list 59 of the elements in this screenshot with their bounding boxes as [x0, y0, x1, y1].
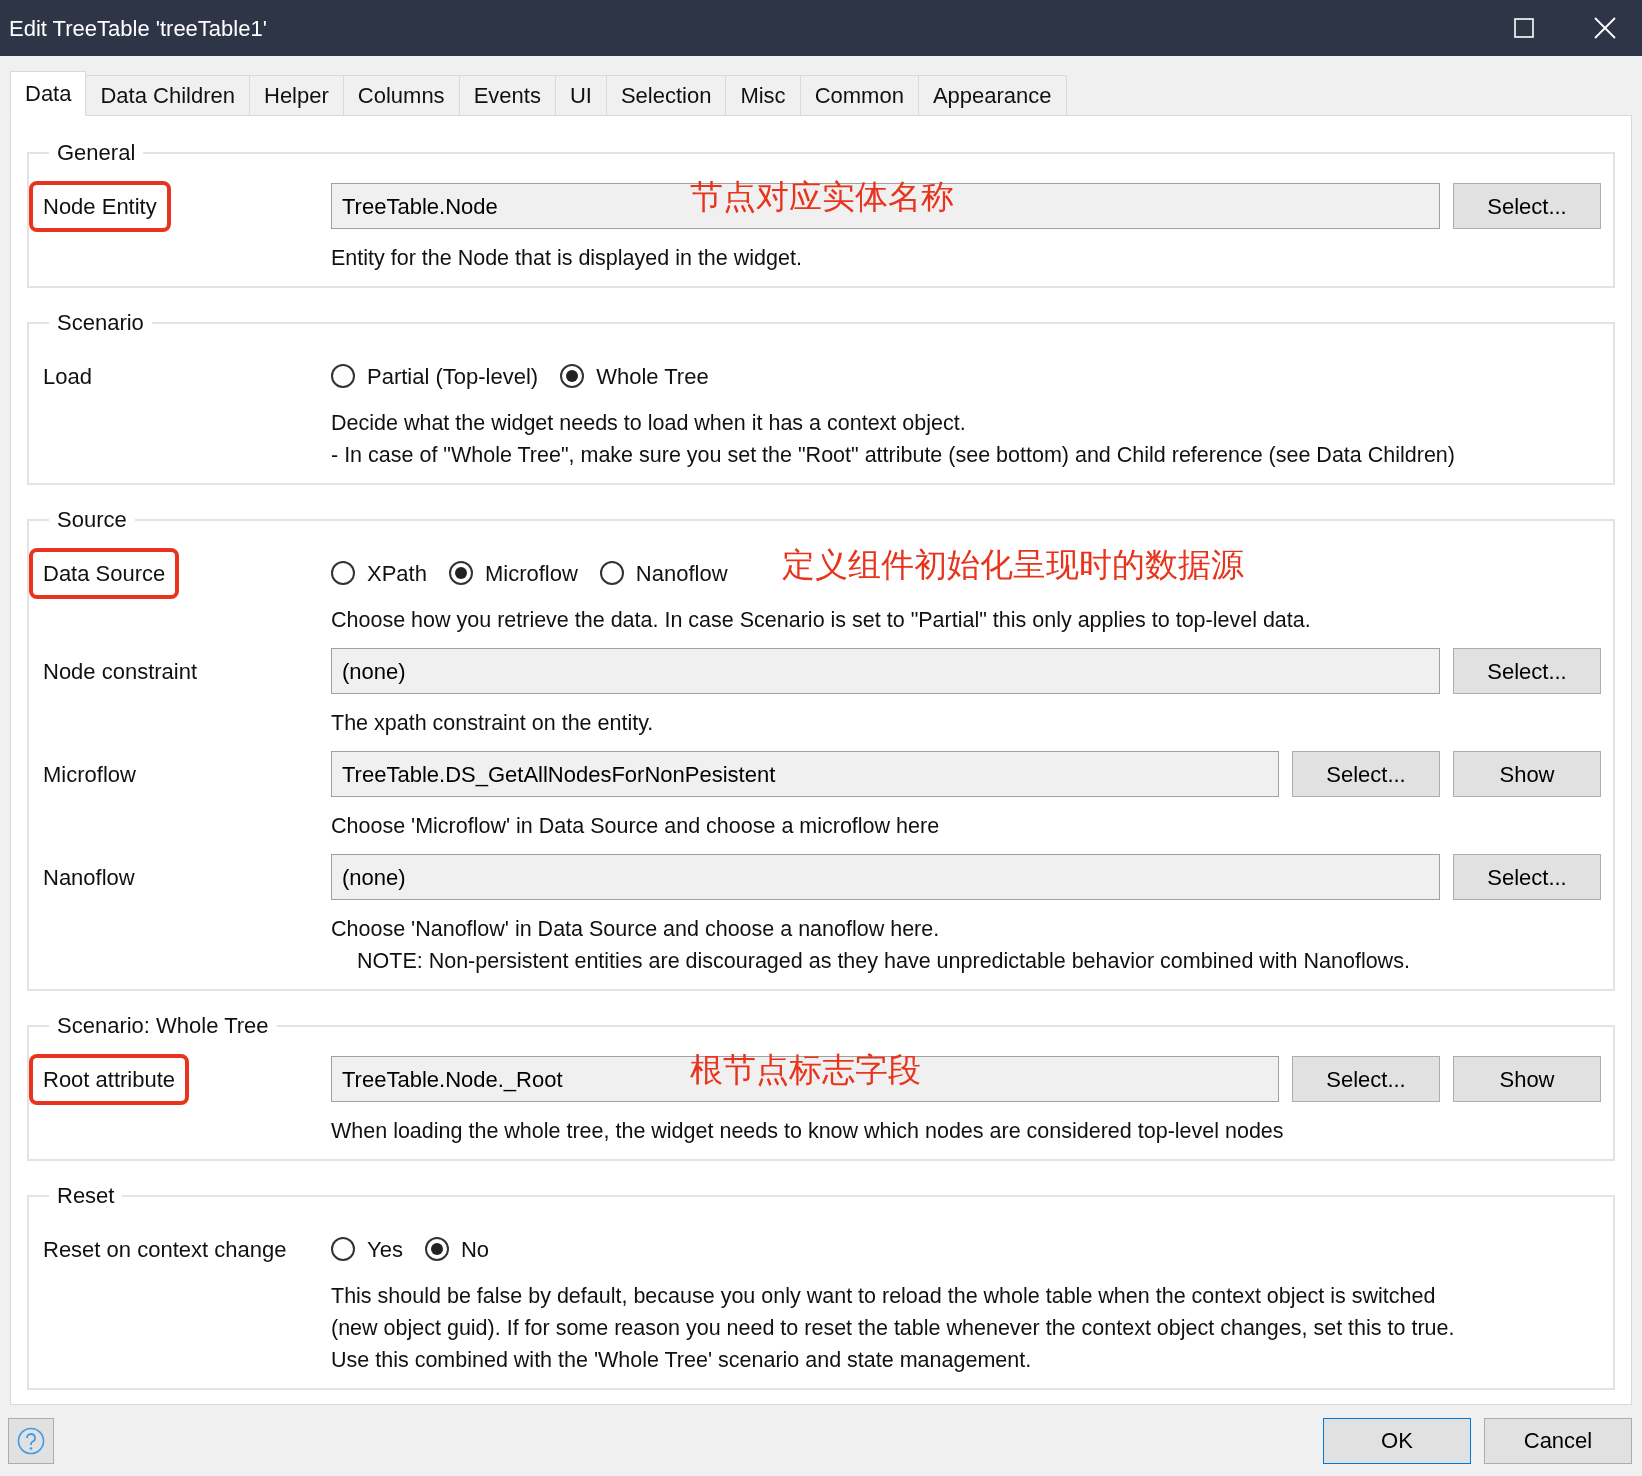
field-label: Load [42, 362, 93, 391]
field-label: Microflow [42, 760, 137, 789]
help-text: The xpath constraint on the entity. [331, 710, 655, 737]
ok-button[interactable]: OK [1323, 1417, 1471, 1464]
help-text: When loading the whole tree, the widget needs to know which nodes are considered top-level nodes [331, 1118, 1285, 1145]
section-title: General [56, 139, 137, 167]
help-text: - In case of "Whole Tree", make sure you set the "Root" attribute (see bottom) and Child reference (see Data Children) [331, 442, 1456, 469]
help-text: This should be false by default, because you only want to reload the whole table when the context object is switched [331, 1283, 1437, 1310]
dialog-button[interactable]: Select... [1453, 854, 1601, 900]
field-label: Data Source [29, 547, 180, 599]
field-label: Root attribute [29, 1053, 190, 1105]
tab[interactable]: Appearance [917, 75, 1067, 116]
section-title: Reset [56, 1182, 116, 1210]
help-text: Choose 'Nanoflow' in Data Source and choose a nanoflow here. [331, 916, 941, 943]
radio-label: Whole Tree [596, 362, 709, 391]
help-icon [17, 1426, 45, 1455]
help-text: NOTE: Non-persistent entities are discouraged as they have unpredictable behavior combined with Nanoflows. [357, 948, 1411, 975]
section-title: Scenario: Whole Tree [56, 1012, 270, 1040]
help-text: (new object guid). If for some reason you need to reset the table whenever the context object changes, set this to true. [331, 1315, 1456, 1342]
dialog-button[interactable]: Cancel [1484, 1417, 1632, 1464]
radio-button[interactable] [424, 1237, 449, 1261]
radio-button[interactable] [331, 561, 355, 585]
radio-button[interactable] [599, 561, 624, 585]
radio-button[interactable] [331, 1237, 355, 1261]
radio-label: Partial (Top-level) [367, 362, 539, 391]
field-label: Reset on context change [42, 1235, 288, 1264]
dialog-button[interactable]: Select... [1292, 751, 1440, 797]
tab[interactable]: Data [10, 71, 87, 116]
dialog-button[interactable]: Select... [1453, 183, 1601, 229]
annotation-text: 定义组件初始化呈现时的数据源 [781, 545, 1244, 586]
dialog-button[interactable]: Show [1453, 1056, 1601, 1102]
section-title: Scenario [56, 309, 145, 337]
help-text: Decide what the widget needs to load when it has a context object. [331, 410, 967, 437]
help-text: Choose 'Microflow' in Data Source and choose a microflow here [331, 813, 941, 840]
help-text: Choose how you retrieve the data. In case Scenario is set to "Partial" this only applies to top-level data. [331, 607, 1312, 634]
radio-button[interactable] [560, 364, 585, 388]
radio-button[interactable] [448, 561, 473, 585]
radio-label: XPath [367, 559, 427, 588]
section-title: Source [56, 506, 128, 534]
field-label: Nanoflow [42, 863, 136, 892]
radio-label: Nanoflow [635, 559, 728, 588]
radio-label: Microflow [484, 559, 578, 588]
text-field[interactable]: TreeTable.DS_GetAllNodesForNonPesistent [331, 751, 1279, 797]
dialog-button[interactable]: Select... [1292, 1056, 1440, 1102]
dialog-button[interactable]: Select... [1453, 648, 1601, 694]
radio-label: Yes [367, 1235, 403, 1264]
radio-button[interactable] [331, 364, 355, 388]
close-icon[interactable] [1594, 17, 1616, 39]
help-button[interactable] [8, 1417, 54, 1464]
help-text: Entity for the Node that is displayed in the widget. [331, 245, 803, 272]
radio-label: No [460, 1235, 489, 1264]
maximize-icon[interactable] [1514, 18, 1534, 38]
help-text: Use this combined with the 'Whole Tree' scenario and state management. [331, 1347, 1033, 1374]
window-title: Edit TreeTable 'treeTable1' [9, 14, 267, 43]
field-label: Node constraint [42, 657, 199, 686]
dialog-button[interactable]: Show [1453, 751, 1601, 797]
field-label: Node Entity [29, 180, 171, 232]
text-field[interactable]: (none) [331, 648, 1440, 694]
text-field[interactable]: (none) [331, 854, 1440, 900]
